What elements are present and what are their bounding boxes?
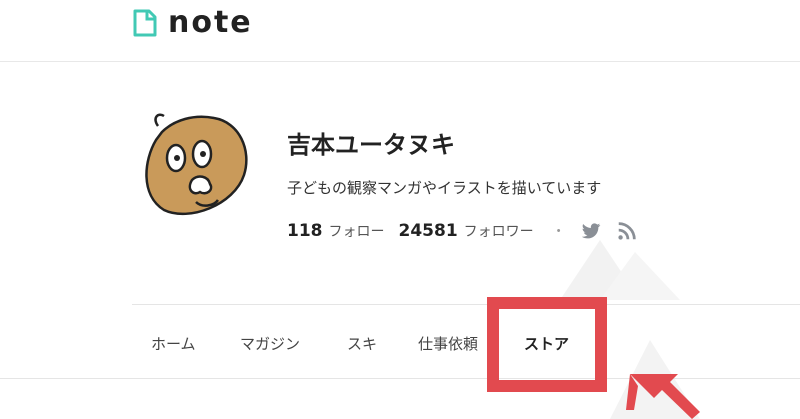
profile-stats: 118 フォロー 24581 フォロワー ・ xyxy=(287,220,652,242)
profile-bio: 子どもの観察マンガやイラストを描いています xyxy=(287,179,602,197)
follower-count[interactable]: 24581 xyxy=(399,221,458,241)
follow-count[interactable]: 118 xyxy=(287,221,323,241)
profile-name: 吉本ユータヌキ xyxy=(287,131,455,159)
tabs-divider-top xyxy=(132,304,800,305)
highlight-box xyxy=(487,297,607,392)
tab-request-wrapper: 仕事依頼 xyxy=(418,325,486,361)
twitter-icon[interactable] xyxy=(580,220,602,242)
background-mountain-art xyxy=(120,38,700,419)
note-logo-icon xyxy=(133,9,157,37)
tab-likes[interactable]: スキ xyxy=(347,333,377,354)
rss-icon[interactable] xyxy=(616,220,638,242)
tanuki-avatar[interactable] xyxy=(134,110,252,222)
site-header: note xyxy=(0,0,800,62)
tab-request[interactable]: 仕事依頼 xyxy=(418,333,478,354)
note-logo[interactable]: note xyxy=(132,8,253,38)
tab-home[interactable]: ホーム xyxy=(151,333,196,354)
tab-magazine[interactable]: マガジン xyxy=(240,333,300,354)
logo-text: note xyxy=(168,5,253,40)
stats-separator: ・ xyxy=(551,224,566,240)
follower-label[interactable]: フォロワー xyxy=(464,221,534,241)
arrow-pointer-icon xyxy=(626,374,700,419)
follow-label[interactable]: フォロー xyxy=(329,221,385,241)
